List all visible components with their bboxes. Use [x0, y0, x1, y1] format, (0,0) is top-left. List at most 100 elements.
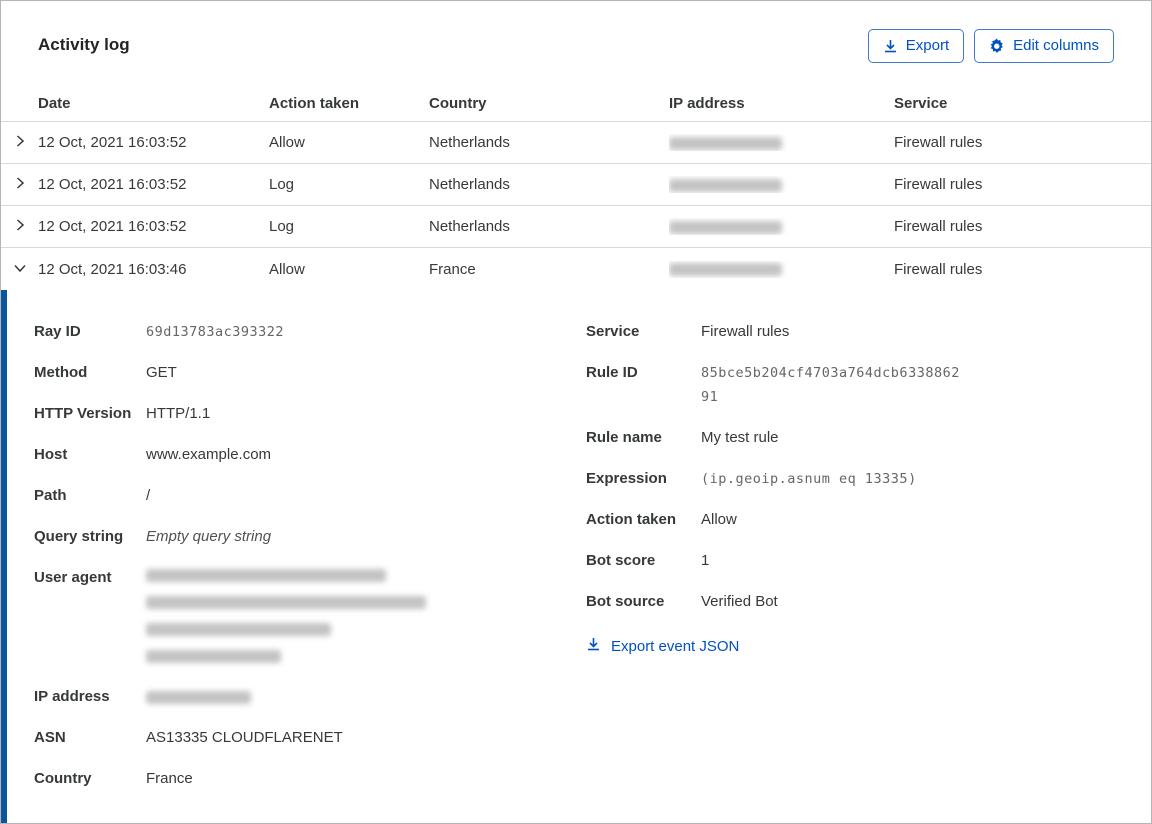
gear-icon: [989, 38, 1005, 54]
page-title: Activity log: [38, 35, 130, 54]
redacted-user-agent-line: [146, 596, 426, 609]
detail-value: 85bce5b204cf4703a764dcb633886291: [701, 365, 960, 405]
detail-row-ray-id: Ray ID 69d13783ac393322: [34, 320, 586, 344]
event-detail-panel: Ray ID 69d13783ac393322 Method GET HTTP …: [1, 290, 1151, 823]
detail-label: Country: [34, 770, 92, 787]
redacted-user-agent-line: [146, 623, 331, 636]
chevron-right-icon: [14, 218, 26, 236]
chevron-right-icon: [14, 176, 26, 194]
detail-value: Firewall rules: [701, 323, 790, 340]
table-row[interactable]: 12 Oct, 2021 16:03:52 Log Netherlands Fi…: [1, 206, 1151, 248]
detail-label: Host: [34, 446, 68, 463]
detail-label: Bot score: [586, 552, 656, 569]
detail-label: Ray ID: [34, 323, 81, 340]
detail-row-path: Path /: [34, 484, 586, 508]
cell-ip-address: [669, 176, 894, 193]
cell-country: Netherlands: [429, 134, 510, 151]
detail-value: Allow: [701, 511, 737, 528]
detail-value: GET: [146, 364, 177, 381]
detail-value: France: [146, 770, 193, 787]
table-row[interactable]: 12 Oct, 2021 16:03:52 Allow Netherlands …: [1, 122, 1151, 164]
detail-row-action-taken: Action taken Allow: [586, 508, 1131, 532]
row-expander[interactable]: [1, 122, 38, 163]
detail-label: User agent: [34, 569, 112, 586]
detail-label: IP address: [34, 688, 110, 705]
cell-date: 12 Oct, 2021 16:03:46: [38, 260, 187, 278]
edit-columns-button-label: Edit columns: [1013, 37, 1099, 54]
detail-row-user-agent: User agent: [34, 566, 586, 677]
detail-label: Query string: [34, 528, 124, 545]
detail-label: Method: [34, 364, 88, 381]
column-header-action-taken: Action taken: [269, 95, 360, 112]
detail-row-http-version: HTTP Version HTTP/1.1: [34, 402, 586, 426]
cell-date: 12 Oct, 2021 16:03:52: [38, 176, 187, 193]
chevron-down-icon: [13, 261, 27, 278]
detail-label: HTTP Version: [34, 405, 132, 422]
redacted-user-agent-line: [146, 569, 386, 582]
cell-service: Firewall rules: [894, 176, 983, 193]
export-button[interactable]: Export: [867, 29, 965, 63]
export-event-json-label: Export event JSON: [611, 638, 740, 655]
detail-value: AS13335 CLOUDFLARENET: [146, 729, 343, 746]
redacted-ip: [669, 220, 782, 234]
row-expander[interactable]: [1, 206, 38, 247]
detail-label: Bot source: [586, 593, 665, 610]
detail-row-bot-score: Bot score 1: [586, 549, 1131, 573]
export-button-label: Export: [905, 37, 950, 54]
detail-row-query-string: Query string Empty query string: [34, 525, 586, 549]
detail-label: Expression: [586, 470, 667, 487]
cell-service: Firewall rules: [894, 134, 983, 151]
redacted-user-agent-line: [146, 650, 281, 663]
detail-label: Action taken: [586, 511, 677, 528]
detail-row-host: Host www.example.com: [34, 443, 586, 467]
cell-date: 12 Oct, 2021 16:03:52: [38, 134, 187, 151]
cell-country: France: [429, 260, 476, 278]
detail-value: (ip.geoip.asnum eq 13335): [701, 471, 917, 487]
cell-service: Firewall rules: [894, 260, 983, 278]
detail-value: Empty query string: [146, 528, 272, 545]
detail-label: Service: [586, 323, 640, 340]
detail-value: 1: [701, 552, 710, 569]
cell-date: 12 Oct, 2021 16:03:52: [38, 218, 187, 235]
detail-row-rule-id: Rule ID 85bce5b204cf4703a764dcb633886291: [586, 361, 1131, 409]
table-row-expanded[interactable]: 12 Oct, 2021 16:03:46 Allow France Firew…: [1, 248, 1151, 290]
detail-row-service: Service Firewall rules: [586, 320, 1131, 344]
redacted-ip: [669, 178, 782, 192]
activity-log-panel: Activity log Export Edit columns Date Ac…: [0, 0, 1152, 824]
column-header-country: Country: [429, 95, 487, 112]
download-icon: [586, 637, 601, 656]
detail-label: Rule name: [586, 429, 662, 446]
cell-ip-address: [669, 218, 894, 235]
detail-value: HTTP/1.1: [146, 405, 211, 422]
detail-value: My test rule: [701, 429, 779, 446]
column-header-date: Date: [38, 95, 71, 112]
cell-country: Netherlands: [429, 176, 510, 193]
export-event-json-link[interactable]: Export event JSON: [586, 637, 739, 656]
chevron-right-icon: [14, 134, 26, 152]
detail-column-right: Service Firewall rules Rule ID 85bce5b20…: [586, 320, 1131, 823]
cell-action-taken: Allow: [269, 260, 305, 278]
detail-value: /: [146, 487, 151, 504]
header-bar: Activity log Export Edit columns: [1, 1, 1151, 86]
row-expander[interactable]: [1, 248, 38, 290]
cell-action-taken: Log: [269, 176, 295, 193]
redacted-ip: [146, 690, 251, 704]
detail-value: 69d13783ac393322: [146, 324, 285, 340]
edit-columns-button[interactable]: Edit columns: [974, 29, 1114, 63]
column-header-service: Service: [894, 95, 948, 112]
column-header-ip-address: IP address: [669, 95, 745, 112]
detail-row-bot-source: Bot source Verified Bot: [586, 590, 1131, 614]
detail-value: www.example.com: [146, 446, 272, 463]
table-header-row: Date Action taken Country IP address Ser…: [1, 86, 1151, 122]
cell-action-taken: Allow: [269, 134, 305, 151]
redacted-ip: [669, 263, 782, 277]
detail-row-rule-name: Rule name My test rule: [586, 426, 1131, 450]
detail-value: Verified Bot: [701, 593, 778, 610]
redacted-user-agent: [146, 562, 426, 677]
redacted-ip: [669, 136, 782, 150]
row-expander[interactable]: [1, 164, 38, 205]
table-row[interactable]: 12 Oct, 2021 16:03:52 Log Netherlands Fi…: [1, 164, 1151, 206]
detail-label: Path: [34, 487, 67, 504]
detail-row-method: Method GET: [34, 361, 586, 385]
detail-row-ip-address: IP address: [34, 685, 586, 709]
